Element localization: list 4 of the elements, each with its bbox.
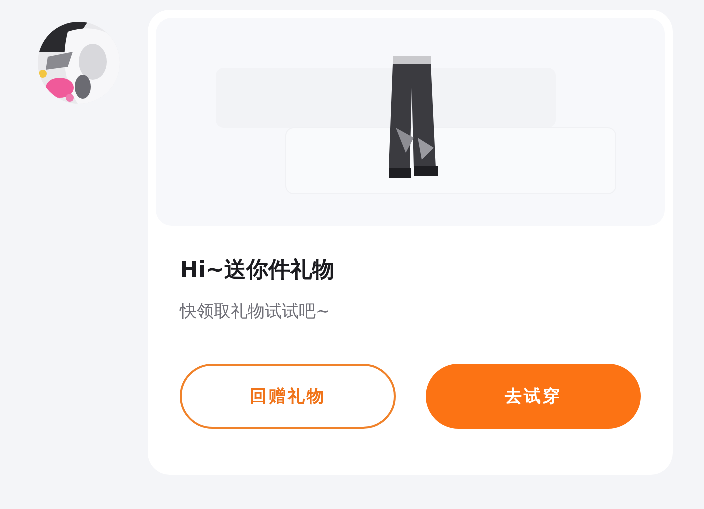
card-subtitle: 快领取礼物试试吧~ (180, 301, 332, 324)
return-gift-button[interactable]: 回赠礼物 (180, 364, 396, 429)
card-title: Hi~送你件礼物 (180, 257, 336, 285)
try-on-button[interactable]: 去试穿 (426, 364, 641, 429)
